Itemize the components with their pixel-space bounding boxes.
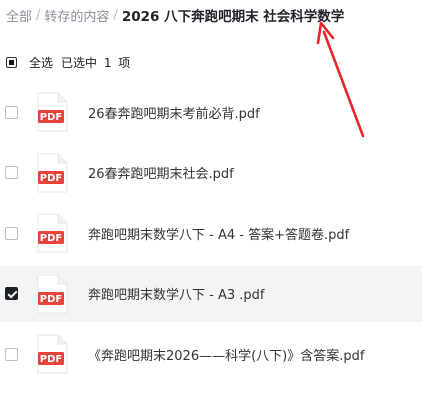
pdf-file-icon: PDF <box>36 213 68 253</box>
pdf-icon-label: PDF <box>40 354 62 365</box>
file-name[interactable]: 奔跑吧期末数学八下 - A3 .pdf <box>88 284 264 303</box>
breadcrumb-separator: / <box>36 7 41 23</box>
file-browser: 全部 / 转存的内容 / 2026 八下奔跑吧期末 社会科学数学 全选 已选中 … <box>0 0 422 407</box>
pdf-icon-label: PDF <box>40 112 62 123</box>
select-all-checkbox[interactable] <box>6 56 17 68</box>
file-name[interactable]: 26春奔跑吧期末考前必背.pdf <box>88 103 260 122</box>
file-name[interactable]: 奔跑吧期末数学八下 - A4 - 答案+答题卷.pdf <box>88 224 349 243</box>
file-row[interactable]: PDF 奔跑吧期末数学八下 - A4 - 答案+答题卷.pdf <box>0 205 422 261</box>
pdf-file-icon: PDF <box>36 334 68 374</box>
file-checkbox[interactable] <box>5 166 18 179</box>
file-name[interactable]: 26春奔跑吧期末社会.pdf <box>88 163 234 182</box>
file-checkbox[interactable] <box>5 287 18 300</box>
select-all-label[interactable]: 全选 <box>29 54 53 71</box>
selection-bar: 全选 已选中 1 项 <box>6 53 130 71</box>
selected-count: 已选中 1 项 <box>61 55 131 70</box>
file-row[interactable]: PDF 26春奔跑吧期末社会.pdf <box>0 145 422 201</box>
file-row[interactable]: PDF 奔跑吧期末数学八下 - A3 .pdf <box>0 265 422 322</box>
file-checkbox[interactable] <box>5 347 18 361</box>
breadcrumb-separator: / <box>113 7 118 23</box>
breadcrumb: 全部 / 转存的内容 / 2026 八下奔跑吧期末 社会科学数学 <box>6 4 344 26</box>
pdf-file-icon: PDF <box>36 92 68 132</box>
pdf-icon-label: PDF <box>40 294 62 305</box>
pdf-icon-label: PDF <box>40 173 62 184</box>
file-checkbox[interactable] <box>5 226 18 240</box>
breadcrumb-all[interactable]: 全部 <box>6 6 32 25</box>
pdf-file-icon: PDF <box>36 153 68 193</box>
pdf-icon-label: PDF <box>40 233 62 244</box>
pdf-file-icon: PDF <box>36 274 68 314</box>
file-row[interactable]: PDF 26春奔跑吧期末考前必背.pdf <box>0 84 422 140</box>
file-row[interactable]: PDF 《奔跑吧期末2026——科学(八下)》含答案.pdf <box>0 326 422 382</box>
breadcrumb-current-folder: 2026 八下奔跑吧期末 社会科学数学 <box>121 9 345 25</box>
breadcrumb-saved-content[interactable]: 转存的内容 <box>44 6 109 25</box>
file-name[interactable]: 《奔跑吧期末2026——科学(八下)》含答案.pdf <box>88 345 364 364</box>
file-checkbox[interactable] <box>5 105 18 119</box>
